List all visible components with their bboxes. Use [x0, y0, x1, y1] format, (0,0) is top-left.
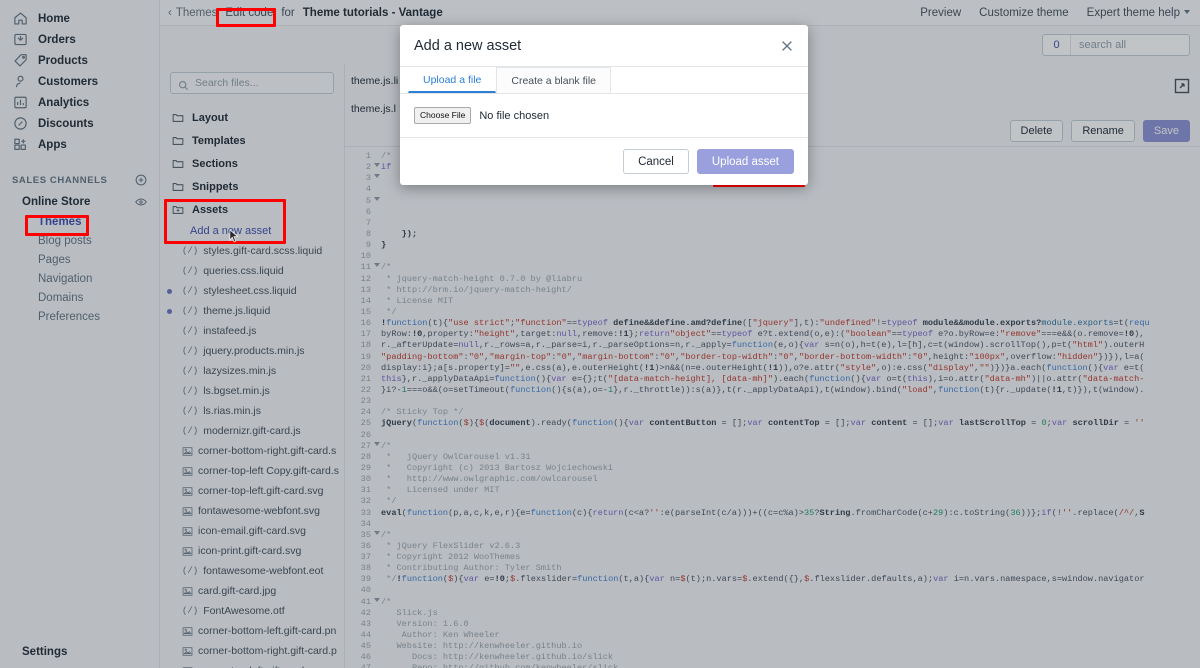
close-icon[interactable]: [780, 39, 794, 53]
modal-body: Choose File No file chosen: [400, 94, 808, 138]
choose-file-button[interactable]: Choose File: [414, 107, 472, 124]
shopify-theme-code-editor: Home Orders Products Customers Analytics Disc…: [0, 0, 1200, 668]
cancel-button[interactable]: Cancel: [623, 149, 689, 174]
modal-header: Add a new asset: [400, 25, 808, 67]
tab-create-a-blank-file[interactable]: Create a blank file: [496, 67, 612, 93]
modal-tab-list: Upload a file Create a blank file: [400, 67, 808, 94]
upload-asset-button[interactable]: Upload asset: [696, 149, 794, 174]
modal-footer: Cancel Upload asset: [400, 138, 808, 185]
mouse-cursor: [229, 229, 239, 243]
add-asset-modal: Add a new asset Upload a file Create a b…: [400, 25, 808, 185]
no-file-chosen-label: No file chosen: [479, 109, 550, 122]
tab-upload-a-file[interactable]: Upload a file: [408, 67, 497, 93]
modal-title: Add a new asset: [414, 37, 522, 54]
